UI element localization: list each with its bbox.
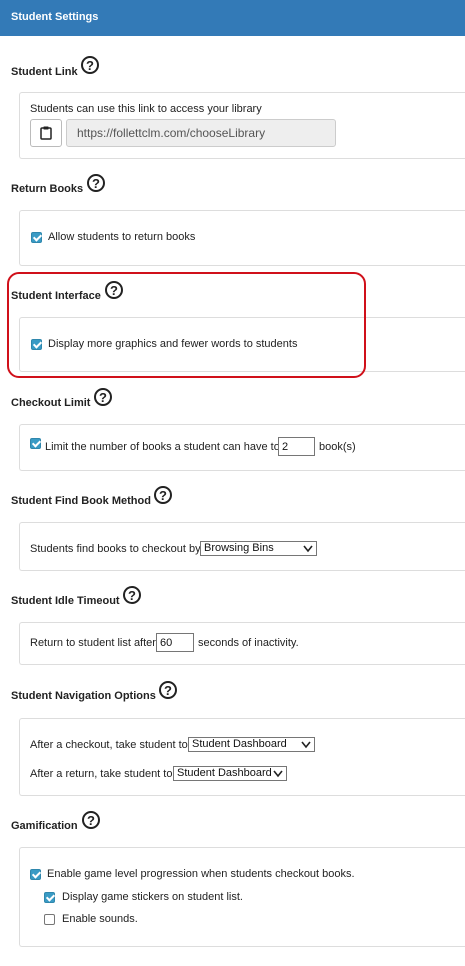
find-book-select[interactable]: Browsing Bins [200,541,317,556]
idle-timeout-help-icon[interactable]: ? [123,586,141,604]
after-return-label: After a return, take student to [30,768,173,780]
navigation-help-icon[interactable]: ? [159,681,177,699]
idle-timeout-title: Student Idle Timeout [11,595,120,607]
checkout-limit-input[interactable] [278,437,315,456]
chevron-down-icon [303,545,313,553]
game-level-label: Enable game level progression when stude… [47,868,355,880]
game-stickers-label: Display game stickers on student list. [62,891,243,903]
return-books-help-icon[interactable]: ? [87,174,105,192]
return-books-checkbox[interactable] [31,232,42,243]
student-link-help-icon[interactable]: ? [81,56,99,74]
find-book-selected: Browsing Bins [204,542,274,554]
chevron-down-icon [301,741,311,749]
student-link-title: Student Link [11,66,78,78]
after-checkout-selected: Student Dashboard [192,738,287,750]
checkout-limit-title: Checkout Limit [11,397,91,409]
return-books-label: Allow students to return books [48,231,196,243]
navigation-title: Student Navigation Options [11,690,156,702]
settings-header: Student Settings [0,0,465,36]
gamification-help-icon[interactable]: ? [82,811,100,829]
checkout-limit-label: Limit the number of books a student can … [45,441,280,453]
gamification-title: Gamification [11,820,78,832]
clipboard-icon [40,126,52,140]
header-title: Student Settings [11,11,99,23]
game-level-checkbox[interactable] [30,869,41,880]
return-books-title: Return Books [11,183,84,195]
find-book-title: Student Find Book Method [11,495,151,507]
copy-link-button[interactable] [30,119,62,147]
game-stickers-checkbox[interactable] [44,892,55,903]
game-sounds-checkbox[interactable] [44,914,55,925]
chevron-down-icon [273,770,283,778]
idle-timeout-unit: seconds of inactivity. [198,637,299,649]
after-checkout-select[interactable]: Student Dashboard [188,737,315,752]
idle-timeout-label: Return to student list after [30,637,156,649]
game-sounds-label: Enable sounds. [62,913,138,925]
find-book-help-icon[interactable]: ? [154,486,172,504]
student-link-url-field[interactable] [66,119,336,147]
highlight-box [7,272,366,378]
student-link-description: Students can use this link to access you… [30,103,262,115]
checkout-limit-unit: book(s) [319,441,356,453]
after-return-selected: Student Dashboard [177,767,272,779]
after-checkout-label: After a checkout, take student to [30,739,188,751]
navigation-panel [19,718,465,796]
checkout-limit-help-icon[interactable]: ? [94,388,112,406]
checkout-limit-checkbox[interactable] [30,438,41,449]
idle-timeout-input[interactable] [156,633,194,652]
after-return-select[interactable]: Student Dashboard [173,766,287,781]
find-book-label: Students find books to checkout by [30,543,201,555]
